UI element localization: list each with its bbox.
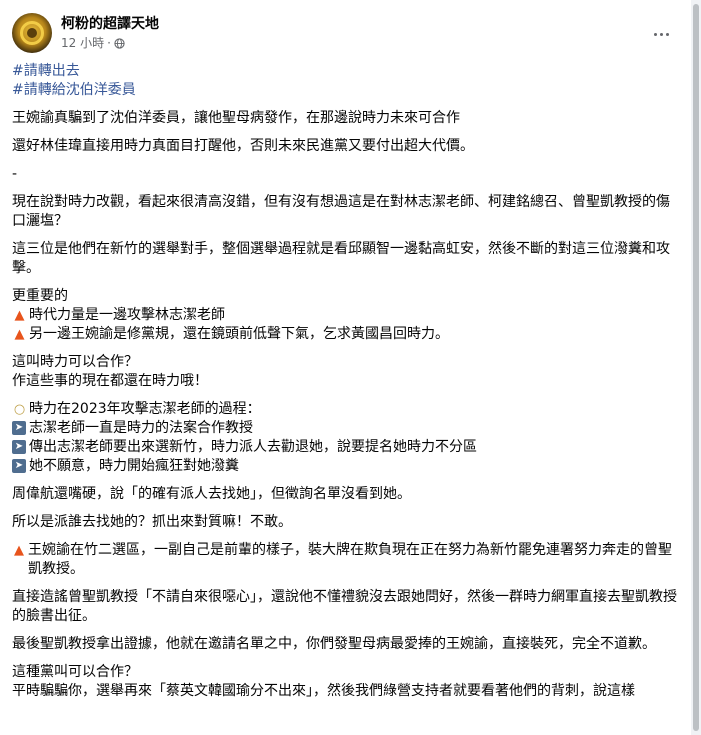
paragraph: 還好林佳瑋直接用時力真面目打醒他，否則未來民進黨又要付出超大代價。: [12, 138, 474, 154]
right-arrow-icon: ➤: [12, 459, 26, 473]
paragraph-with-icon: ▲ 王婉諭在竹二選區，一副自己是前輩的樣子，裝大牌在欺負現在正在努力為新竹罷免連…: [12, 541, 680, 579]
post-timestamp[interactable]: 12 小時: [61, 35, 104, 51]
fire-icon: ▲: [14, 327, 25, 342]
separator-text: -: [12, 166, 18, 182]
paragraph: 王婉諭在竹二選區，一副自己是前輩的樣子，裝大牌在欺負現在正在努力為新竹罷免連署努…: [27, 542, 672, 577]
paragraph: 現在說對時力改觀，看起來很清高沒錯，但有沒有想過這是在對林志潔老師、柯建銘總召、…: [12, 194, 670, 229]
list-item-text: 時代力量是一邊攻擊林志潔老師: [29, 307, 225, 323]
page-name[interactable]: 柯粉的超譯天地: [61, 15, 159, 33]
list-item-text: 傳出志潔老師要出來選新竹，時力派人去勸退她，說要提名她時力不分區: [29, 439, 477, 455]
paragraph: 這三位是他們在新竹的選舉對手，整個選舉過程就是看邱顯智一邊黏高虹安，然後不斷的對…: [12, 241, 670, 276]
list-item-text: 她不願意，時力開始瘋狂對她潑糞: [29, 458, 239, 474]
fire-icon: ▲: [13, 543, 24, 558]
section-title-row: ○ 時力在2023年攻擊志潔老師的過程：: [12, 400, 680, 419]
paragraph: 這叫時力可以合作？: [12, 354, 138, 370]
scrollbar[interactable]: [691, 0, 701, 735]
hashtag-link[interactable]: #請轉出去: [12, 62, 680, 81]
globe-icon: [114, 37, 125, 49]
post-subline: 12 小時 ·: [61, 35, 159, 51]
hashtag-link[interactable]: #請轉給沈伯洋委員: [12, 81, 680, 100]
more-options-icon: [653, 32, 657, 36]
lightbulb-icon: ○: [13, 402, 26, 417]
right-arrow-icon: ➤: [12, 440, 26, 454]
section-title: 更重要的: [12, 288, 68, 304]
scrollbar-thumb[interactable]: [693, 4, 699, 731]
paragraph: 平時騙騙你，選舉再來「蔡英文韓國瑜分不出來」，然後我們綠營支持者就要看著他們的背…: [12, 683, 635, 699]
list-item: ▲ 時代力量是一邊攻擊林志潔老師: [12, 306, 680, 325]
list-item: ▲ 另一邊王婉諭是修黨規，還在鏡頭前低聲下氣，乞求黃國昌回時力。: [12, 325, 680, 344]
post-card: 柯粉的超譯天地 12 小時 · #請轉出去 #請轉給沈伯洋委員 王婉諭真騙到了沈…: [0, 0, 701, 735]
paragraph: 直接造謠曾聖凱教授「不請自來很噁心」，還說他不懂禮貌沒去跟她問好，然後一群時力網…: [12, 589, 677, 624]
post-meta: 柯粉的超譯天地 12 小時 ·: [61, 15, 159, 51]
right-arrow-icon: ➤: [12, 421, 26, 435]
avatar-center: [27, 28, 37, 38]
post-header: 柯粉的超譯天地 12 小時 ·: [12, 12, 159, 54]
list-item: ➤ 志潔老師一直是時力的法案合作教授: [12, 419, 680, 438]
paragraph: 周偉航還嘴硬，說「的確有派人去找她」，但徵詢名單沒看到她。: [12, 486, 411, 502]
section-title: 時力在2023年攻擊志潔老師的過程：: [29, 401, 261, 417]
list-item: ➤ 她不願意，時力開始瘋狂對她潑糞: [12, 457, 680, 476]
paragraph: 所以是派誰去找她的？抓出來對質嘛！不敢。: [12, 514, 292, 530]
paragraph: 作這些事的現在都還在時力哦！: [12, 373, 208, 389]
list-item-text: 另一邊王婉諭是修黨規，還在鏡頭前低聲下氣，乞求黃國昌回時力。: [29, 326, 449, 342]
paragraph: 這種黨叫可以合作？: [12, 664, 138, 680]
paragraph: 王婉諭真騙到了沈伯洋委員，讓他聖母病發作，在那邊說時力未來可合作: [12, 110, 460, 126]
separator-dot: ·: [107, 36, 111, 50]
more-options-button[interactable]: [649, 22, 673, 46]
fire-icon: ▲: [14, 308, 25, 323]
list-item-text: 志潔老師一直是時力的法案合作教授: [29, 420, 253, 436]
page-avatar[interactable]: [12, 13, 52, 53]
list-item: ➤ 傳出志潔老師要出來選新竹，時力派人去勸退她，說要提名她時力不分區: [12, 438, 680, 457]
paragraph: 最後聖凱教授拿出證據，他就在邀請名單之中，你們發聖母病最愛捧的王婉諭，直接裝死，…: [12, 636, 656, 652]
post-body: #請轉出去 #請轉給沈伯洋委員 王婉諭真騙到了沈伯洋委員，讓他聖母病發作，在那邊…: [12, 62, 680, 701]
